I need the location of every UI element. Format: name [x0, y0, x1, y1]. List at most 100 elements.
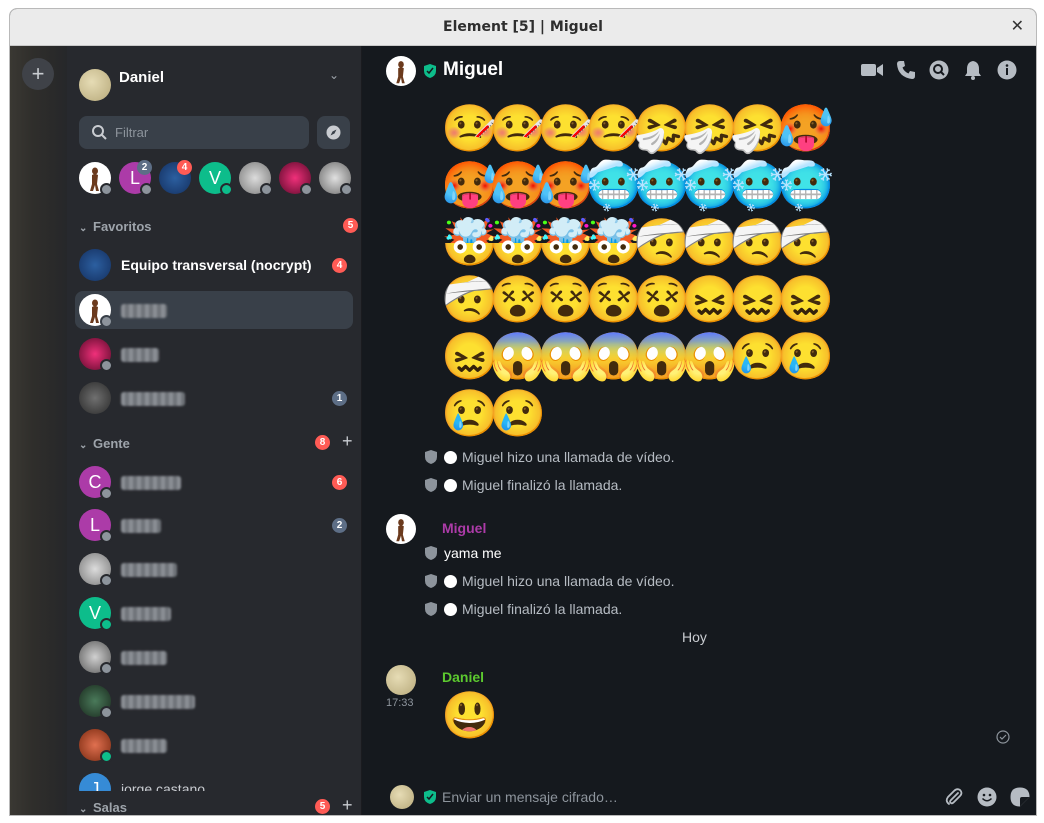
section-badge: 5: [343, 218, 358, 233]
chevron-down-icon: ⌄: [79, 804, 88, 815]
shield-icon: [425, 574, 437, 588]
composer-avatar: [390, 785, 414, 809]
room-item[interactable]: [75, 638, 353, 676]
emoji: 🤕: [777, 216, 835, 268]
room-avatar: [79, 641, 113, 675]
chevron-down-icon: ⌄: [79, 223, 88, 234]
room-info-icon[interactable]: [997, 60, 1017, 85]
event-avatar-icon: [444, 603, 457, 616]
explore-rooms-button[interactable]: [317, 116, 350, 149]
blurred-room-name: [121, 739, 167, 753]
user-name[interactable]: Daniel: [119, 69, 164, 86]
recent-room-avatar[interactable]: 4: [159, 160, 192, 194]
presence-dot: [100, 487, 113, 500]
shield-icon: [425, 602, 437, 616]
sender-name[interactable]: Daniel: [442, 669, 484, 685]
blurred-room-name: [121, 695, 195, 709]
blurred-room-name: [121, 476, 181, 490]
message: yama me: [424, 545, 502, 561]
window-title: Element [5] | Miguel: [443, 19, 603, 35]
presence-dot: [300, 183, 313, 196]
message-timestamp: 17:33: [386, 697, 414, 709]
message-emoji: 😃: [441, 689, 499, 741]
presence-dot: [340, 183, 353, 196]
room-item[interactable]: [75, 335, 353, 373]
space-panel: +: [10, 46, 67, 815]
shield-icon: [425, 478, 437, 492]
title-bar: Element [5] | Miguel ✕: [10, 9, 1036, 46]
call-event: Miguel finalizó la llamada.: [424, 477, 622, 493]
room-item-active[interactable]: [75, 291, 353, 329]
presence-dot: [100, 530, 113, 543]
section-label: Favoritos: [93, 219, 152, 234]
room-avatar: [79, 685, 113, 719]
message-input[interactable]: Enviar un mensaje cifrado…: [442, 789, 618, 805]
chevron-down-icon: ⌄: [79, 440, 88, 451]
room-avatar: [79, 294, 113, 328]
section-header-rooms[interactable]: ⌄ Salas: [79, 800, 127, 815]
add-room-button[interactable]: +: [342, 795, 353, 815]
create-space-button[interactable]: +: [22, 58, 54, 90]
event-avatar-icon: [444, 479, 457, 492]
emoji-picker-icon[interactable]: [977, 787, 997, 807]
search-icon[interactable]: [929, 60, 949, 85]
chat-panel: Miguel 🤒🤒🤒🤒🤧🤧🤧🥵🥵🥵🥵🥶🥶🥶🥶🥶🤯🤯🤯🤯🤕🤕🤕🤕🤕😵😵😵�: [362, 46, 1036, 815]
emoji: 😢: [777, 330, 835, 382]
unread-badge: 6: [332, 475, 347, 490]
notifications-bell-icon[interactable]: [963, 60, 983, 85]
room-avatar: [79, 338, 113, 372]
recent-room-avatar[interactable]: L 2: [119, 160, 153, 196]
room-title[interactable]: Miguel: [443, 59, 503, 81]
close-icon[interactable]: ✕: [1011, 9, 1024, 45]
room-avatar: L: [79, 509, 113, 543]
app-window: Element [5] | Miguel ✕ + Daniel ⌄ Filtra…: [9, 8, 1037, 816]
blurred-room-name: [121, 304, 167, 318]
presence-dot: [100, 706, 113, 719]
call-event: Miguel hizo una llamada de vídeo.: [424, 449, 674, 465]
unread-badge: 2: [137, 160, 152, 175]
event-avatar-icon: [444, 451, 457, 464]
blurred-room-name: [121, 348, 159, 362]
section-badge: 8: [315, 435, 330, 450]
recent-room-avatar[interactable]: [319, 162, 353, 196]
room-item[interactable]: L 2: [75, 506, 353, 544]
unread-badge: 1: [332, 391, 347, 406]
recent-room-avatar[interactable]: V: [199, 162, 233, 196]
room-item[interactable]: [75, 550, 353, 588]
presence-dot: [100, 618, 113, 631]
room-item[interactable]: [75, 726, 353, 764]
unread-badge: 2: [332, 518, 347, 533]
blurred-room-name: [121, 607, 171, 621]
section-header-people[interactable]: ⌄ Gente: [79, 436, 130, 454]
room-item[interactable]: C 6: [75, 463, 353, 501]
room-header-avatar[interactable]: [386, 56, 416, 86]
presence-dot: [100, 183, 113, 196]
chevron-down-icon[interactable]: ⌄: [329, 68, 339, 82]
avatar-initial: C: [88, 472, 102, 492]
presence-dot: [260, 183, 273, 196]
room-item[interactable]: 1: [75, 379, 353, 417]
video-call-icon[interactable]: [860, 60, 884, 85]
section-label: Gente: [93, 436, 130, 451]
event-text: Miguel finalizó la llamada.: [462, 477, 623, 493]
room-avatar: [79, 249, 111, 281]
section-header-favorites[interactable]: ⌄ Favoritos: [79, 219, 152, 237]
sender-avatar[interactable]: [386, 514, 416, 544]
recent-room-avatar[interactable]: [279, 162, 313, 196]
filter-input[interactable]: Filtrar: [79, 116, 309, 149]
sticker-icon[interactable]: [1010, 787, 1030, 807]
attachment-icon[interactable]: [944, 787, 964, 807]
section-label: Salas: [93, 800, 127, 815]
room-item[interactable]: [75, 682, 353, 720]
voice-call-icon[interactable]: [896, 60, 916, 85]
add-person-button[interactable]: +: [342, 431, 353, 452]
room-item[interactable]: V: [75, 594, 353, 632]
emoji: 😢: [489, 387, 547, 439]
presence-dot: [220, 183, 233, 196]
sender-avatar[interactable]: [386, 665, 416, 695]
recent-room-avatar[interactable]: [239, 162, 273, 196]
user-avatar[interactable]: [79, 69, 111, 101]
room-item[interactable]: Equipo transversal (nocrypt) 4: [75, 246, 353, 284]
recent-room-avatar[interactable]: [79, 162, 113, 196]
sender-name[interactable]: Miguel: [442, 520, 486, 536]
